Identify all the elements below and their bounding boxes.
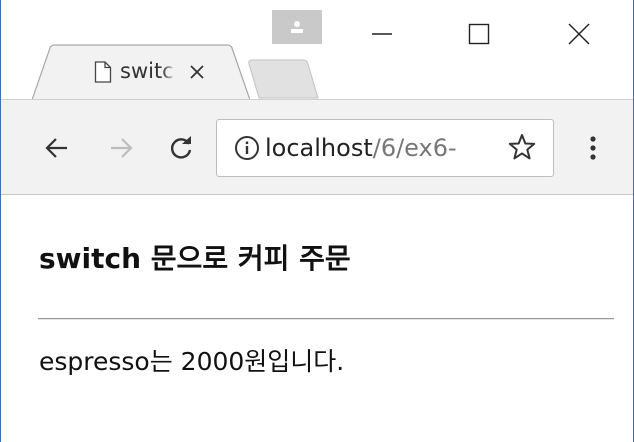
new-tab-shape — [248, 59, 319, 99]
browser-toolbar: localhost/6/ex6- — [1, 99, 633, 195]
new-tab-button[interactable] — [245, 58, 321, 100]
address-bar[interactable]: localhost/6/ex6- — [216, 119, 554, 177]
person-icon — [291, 21, 303, 33]
title-bar: switch — [1, 0, 633, 100]
close-icon — [190, 65, 204, 79]
result-text: espresso는 2000원입니다. — [39, 347, 345, 376]
browser-window: switch — [0, 0, 634, 442]
horizontal-rule — [38, 318, 614, 320]
star-icon[interactable] — [508, 133, 536, 161]
back-arrow-icon — [45, 138, 67, 158]
forward-button[interactable] — [101, 128, 141, 168]
maximize-button[interactable] — [456, 14, 502, 54]
reload-button[interactable] — [161, 128, 201, 168]
close-window-button[interactable] — [556, 14, 602, 54]
kebab-menu-icon — [590, 136, 596, 160]
minimize-icon — [372, 33, 392, 35]
page-content: switch 문으로 커피 주문 espresso는 2000원입니다. — [1, 195, 633, 442]
back-button[interactable] — [37, 128, 77, 168]
tab-close-button[interactable] — [182, 58, 212, 86]
maximize-icon — [468, 23, 490, 45]
document-icon — [94, 61, 112, 83]
info-icon[interactable] — [234, 135, 260, 161]
minimize-button[interactable] — [359, 14, 405, 54]
url-host: localhost — [265, 134, 373, 162]
page-heading: switch 문으로 커피 주문 — [39, 242, 351, 275]
profile-avatar-button[interactable] — [272, 10, 322, 44]
tab-title: switch — [120, 59, 176, 83]
browser-menu-button[interactable] — [581, 128, 605, 168]
close-icon — [568, 23, 590, 45]
reload-icon — [170, 136, 192, 159]
url-text[interactable]: localhost/6/ex6- — [265, 133, 505, 163]
active-tab[interactable]: switch — [32, 44, 250, 100]
url-path: /6/ex6- — [372, 134, 457, 162]
forward-arrow-icon — [111, 138, 133, 158]
